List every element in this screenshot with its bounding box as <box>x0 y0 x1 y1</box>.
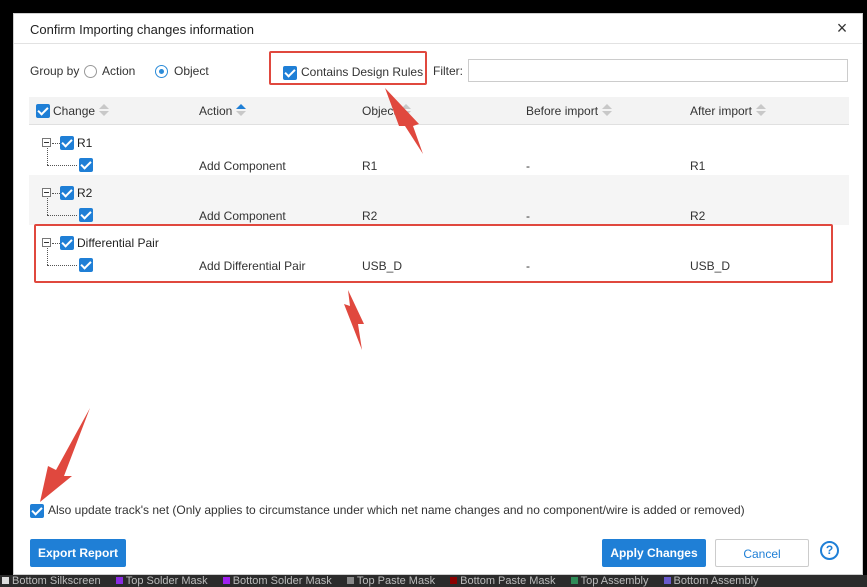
header-change[interactable]: Change <box>53 104 110 118</box>
layer-item[interactable]: Top Solder Mask <box>114 575 208 587</box>
sort-icon <box>99 104 110 116</box>
dialog-title: Confirm Importing changes information <box>30 22 254 37</box>
row-checkbox[interactable] <box>79 208 93 222</box>
apply-changes-button[interactable]: Apply Changes <box>602 539 706 567</box>
select-all-checkbox[interactable] <box>36 104 50 118</box>
layer-item[interactable]: Top Assembly <box>569 575 648 587</box>
update-track-label[interactable]: Also update track's net (Only applies to… <box>48 503 745 517</box>
cell-object: R1 <box>362 159 378 173</box>
cell-object: R2 <box>362 209 378 223</box>
annotation-arrow-icon <box>344 290 364 350</box>
dialog-titlebar: Confirm Importing changes information × <box>14 14 862 44</box>
import-changes-dialog: Confirm Importing changes information × … <box>13 13 863 575</box>
cancel-button[interactable]: Cancel <box>715 539 809 567</box>
radio-object[interactable] <box>155 65 168 78</box>
layer-bar: Bottom Silkscreen Top Solder Mask Bottom… <box>0 575 867 587</box>
cell-after: R1 <box>690 159 706 173</box>
header-after-import[interactable]: After import <box>690 104 767 118</box>
layer-item[interactable]: Bottom Silkscreen <box>0 575 101 587</box>
layer-item[interactable]: Bottom Solder Mask <box>221 575 332 587</box>
filter-input[interactable] <box>468 59 848 82</box>
collapse-icon[interactable] <box>42 188 51 197</box>
layer-item[interactable]: Top Paste Mask <box>345 575 435 587</box>
close-icon[interactable]: × <box>833 19 851 37</box>
help-icon[interactable]: ? <box>820 541 839 560</box>
sort-icon <box>602 104 613 116</box>
group-name: R2 <box>77 186 93 200</box>
group-name: R1 <box>77 136 93 150</box>
header-before-import[interactable]: Before import <box>526 104 613 118</box>
design-rules-label[interactable]: Contains Design Rules <box>301 65 423 79</box>
radio-action[interactable] <box>84 65 97 78</box>
cell-before: - <box>526 159 530 173</box>
annotation-arrow-icon <box>40 408 90 502</box>
header-action[interactable]: Action <box>199 104 247 118</box>
layer-item[interactable]: Bottom Paste Mask <box>448 575 556 587</box>
differential-pair-highlight <box>34 224 833 283</box>
group-checkbox[interactable] <box>60 136 74 150</box>
layer-item[interactable]: Bottom Assembly <box>662 575 759 587</box>
cell-after: R2 <box>690 209 706 223</box>
table-header: Change Action Object Before import After… <box>29 97 849 125</box>
cell-before: - <box>526 209 530 223</box>
radio-action-label[interactable]: Action <box>102 64 135 78</box>
annotation-arrow-icon <box>385 88 423 154</box>
cell-action: Add Component <box>199 159 286 173</box>
sort-icon <box>756 104 767 116</box>
group-by-label: Group by <box>30 64 80 78</box>
table-row: R2 Add Component R2 - R2 <box>29 175 849 225</box>
update-track-checkbox[interactable] <box>30 504 44 518</box>
row-checkbox[interactable] <box>79 158 93 172</box>
radio-object-label[interactable]: Object <box>174 64 209 78</box>
export-report-button[interactable]: Export Report <box>30 539 126 567</box>
filter-label: Filter: <box>433 64 463 78</box>
collapse-icon[interactable] <box>42 138 51 147</box>
group-checkbox[interactable] <box>60 186 74 200</box>
sort-asc-icon <box>236 104 247 116</box>
table-row: R1 Add Component R1 - R1 <box>29 125 849 175</box>
cell-action: Add Component <box>199 209 286 223</box>
design-rules-checkbox[interactable] <box>283 66 297 80</box>
